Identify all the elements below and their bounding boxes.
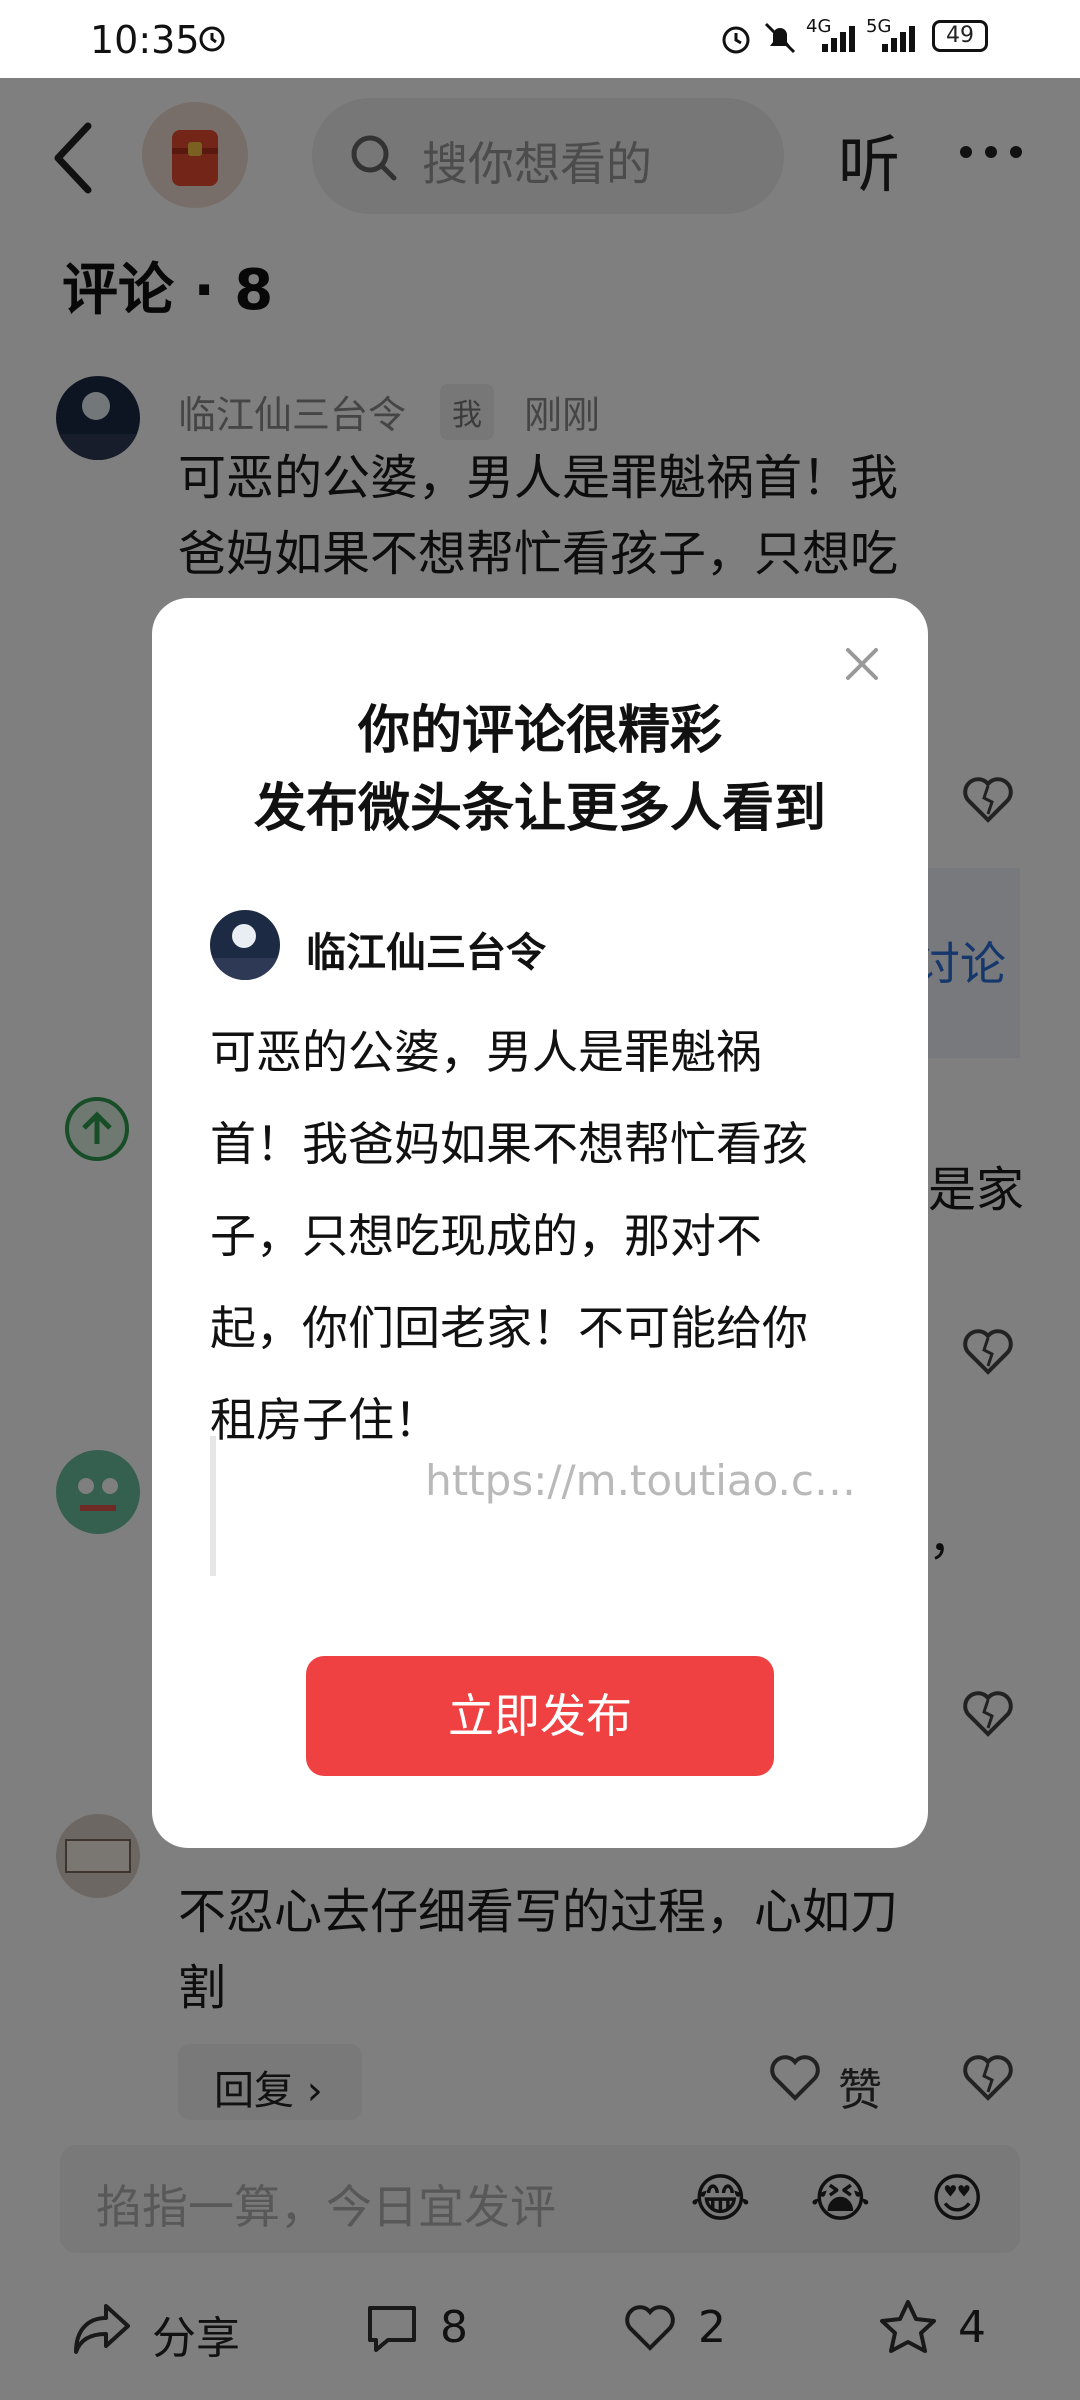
dialog-username: 临江仙三台令: [306, 930, 546, 976]
dialog-text-line: 可恶的公婆，男人是罪魁祸: [210, 1025, 762, 1079]
dialog-title-line1: 你的评论很精彩: [357, 701, 722, 761]
publish-now-button[interactable]: 立即发布: [306, 1656, 774, 1776]
dialog-comment-text: 可恶的公婆，男人是罪魁祸 首！我爸妈如果不想帮忙看孩 子，只想吃现成的，那对不 …: [210, 1006, 850, 1466]
publish-dialog: 你的评论很精彩 发布微头条让更多人看到 临江仙三台令 可恶的公婆，男人是罪魁祸 …: [152, 598, 928, 1848]
dialog-text-line: 子，只想吃现成的，那对不: [210, 1209, 762, 1263]
link-preview[interactable]: https://m.toutiao.c…: [210, 1436, 856, 1576]
link-url: https://m.toutiao.c…: [425, 1456, 856, 1505]
mute-bell-icon: [762, 20, 798, 56]
battery-icon: 49: [932, 20, 988, 52]
dialog-text-line: 首！我爸妈如果不想帮忙看孩: [210, 1117, 808, 1171]
alarm-icon: [196, 22, 228, 54]
signal-icon-2: [880, 22, 920, 54]
status-bar: 10:35 4G 5G 49: [0, 0, 1080, 78]
battery-level: 49: [946, 23, 974, 48]
status-time: 10:35: [90, 18, 200, 62]
alarm-icon-right: [718, 22, 754, 56]
dialog-text-line: 起，你们回老家！不可能给你: [210, 1301, 808, 1355]
signal-icon: [820, 22, 860, 54]
dialog-avatar: [210, 910, 280, 980]
dialog-title-line2: 发布微头条让更多人看到: [253, 779, 826, 839]
close-icon[interactable]: [842, 644, 882, 684]
